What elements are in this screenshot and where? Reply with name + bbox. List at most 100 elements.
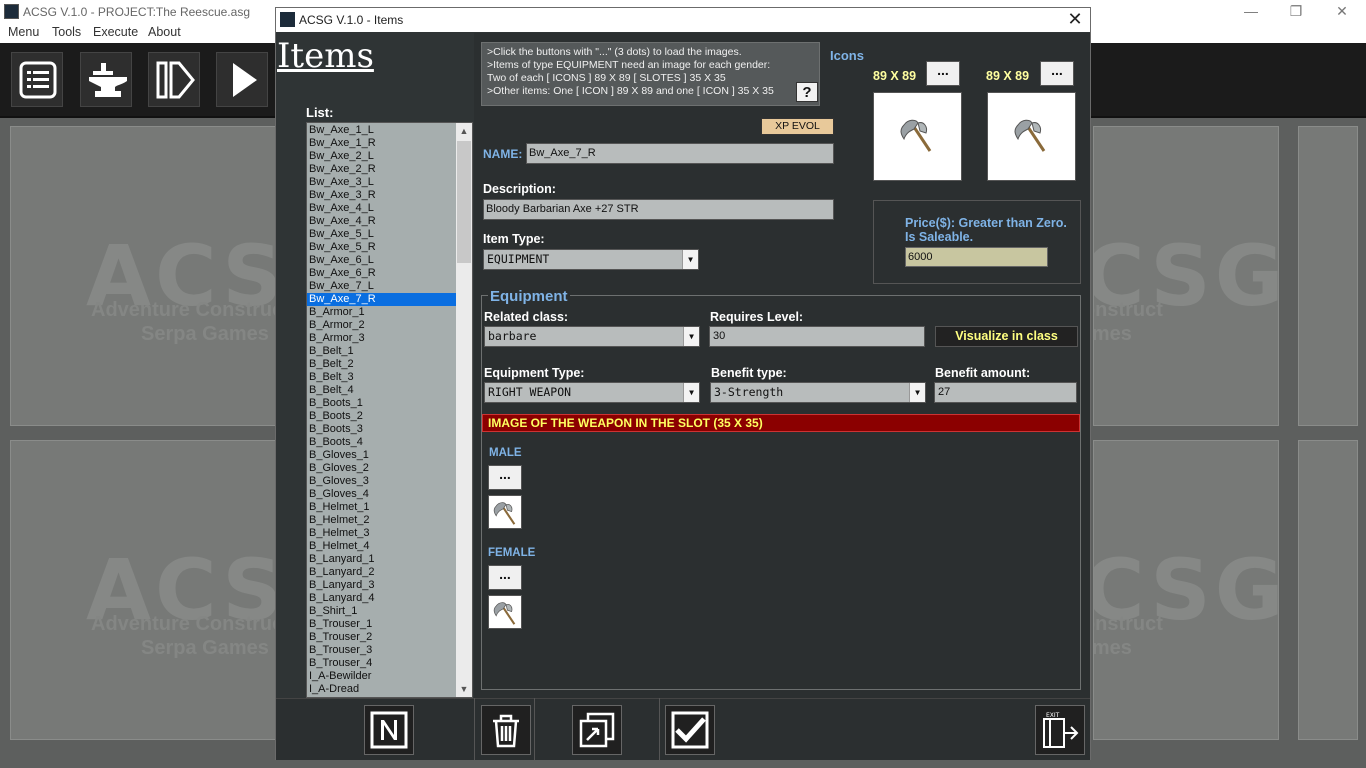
- load-icon-male-button[interactable]: ...: [926, 61, 960, 86]
- list-item[interactable]: B_Helmet_2: [307, 514, 457, 527]
- scroll-down-icon[interactable]: ▼: [456, 681, 472, 697]
- close-icon[interactable]: ✕: [1319, 0, 1365, 24]
- list-item[interactable]: Bw_Axe_1_R: [307, 137, 457, 150]
- related-class-select[interactable]: barbare ▼: [484, 326, 700, 347]
- requires-level-input[interactable]: 30: [709, 326, 925, 347]
- list-scrollbar[interactable]: ▲ ▼: [456, 123, 472, 697]
- list-item[interactable]: B_Belt_3: [307, 371, 457, 384]
- list-item[interactable]: B_Lanyard_1: [307, 553, 457, 566]
- list-item[interactable]: B_Armor_3: [307, 332, 457, 345]
- list-item[interactable]: B_Helmet_4: [307, 540, 457, 553]
- menu-item-tools[interactable]: Tools: [52, 25, 81, 39]
- price-input[interactable]: 6000: [905, 247, 1048, 267]
- equipment-type-select[interactable]: RIGHT WEAPON ▼: [484, 382, 700, 403]
- description-input[interactable]: Bloody Barbarian Axe +27 STR: [483, 199, 834, 220]
- list-item[interactable]: B_Lanyard_3: [307, 579, 457, 592]
- list-item[interactable]: B_Boots_4: [307, 436, 457, 449]
- list-item[interactable]: B_Armor_1: [307, 306, 457, 319]
- list-item[interactable]: Bw_Axe_5_R: [307, 241, 457, 254]
- list-item[interactable]: B_Gloves_4: [307, 488, 457, 501]
- list-item[interactable]: B_Gloves_2: [307, 462, 457, 475]
- list-item[interactable]: B_Helmet_3: [307, 527, 457, 540]
- list-item[interactable]: B_Lanyard_2: [307, 566, 457, 579]
- list-item[interactable]: B_Lanyard_4: [307, 592, 457, 605]
- items-list[interactable]: Bw_Axe_1_L Bw_Axe_1_R Bw_Axe_2_L Bw_Axe_2_R…: [306, 122, 473, 698]
- list-toolbar-button[interactable]: [11, 52, 63, 107]
- list-item[interactable]: B_Trouser_2: [307, 631, 457, 644]
- list-item[interactable]: B_Boots_3: [307, 423, 457, 436]
- list-item[interactable]: Bw_Axe_4_L: [307, 202, 457, 215]
- edit-item-button[interactable]: [572, 705, 622, 755]
- list-item[interactable]: Bw_Axe_5_L: [307, 228, 457, 241]
- list-item[interactable]: B_Gloves_1: [307, 449, 457, 462]
- list-item[interactable]: Bw_Axe_1_L: [307, 124, 457, 137]
- list-item[interactable]: Bw_Axe_2_L: [307, 150, 457, 163]
- chevron-down-icon[interactable]: ▼: [682, 250, 698, 269]
- scroll-up-icon[interactable]: ▲: [456, 123, 472, 139]
- chevron-down-icon[interactable]: ▼: [909, 383, 925, 402]
- project-tile[interactable]: ACSGAdventure ConstructSerpa Games: [1093, 440, 1279, 740]
- minimize-icon[interactable]: —: [1228, 0, 1274, 24]
- list-item[interactable]: B_Shirt_1: [307, 605, 457, 618]
- benefit-amount-input[interactable]: 27: [934, 382, 1077, 403]
- list-item[interactable]: B_Trouser_1: [307, 618, 457, 631]
- item-type-select[interactable]: EQUIPMENT ▼: [483, 249, 699, 270]
- new-item-button[interactable]: [364, 705, 414, 755]
- next-step-toolbar-button[interactable]: [148, 52, 200, 107]
- load-slot-male-button[interactable]: ...: [488, 465, 522, 490]
- list-item[interactable]: Bw_Axe_7_R: [307, 293, 457, 306]
- confirm-button[interactable]: [665, 705, 715, 755]
- list-item[interactable]: I_A-Bewilder: [307, 670, 457, 683]
- list-item[interactable]: Bw_Axe_2_R: [307, 163, 457, 176]
- list-item[interactable]: Bw_Axe_4_R: [307, 215, 457, 228]
- dialog-close-icon[interactable]: ✕: [1064, 8, 1086, 32]
- project-tile[interactable]: ACSGAdventure ConstructSerpa Games: [10, 440, 356, 740]
- list-item[interactable]: Bw_Axe_3_L: [307, 176, 457, 189]
- list-item[interactable]: B_Armor_2: [307, 319, 457, 332]
- divider: [534, 698, 535, 760]
- anvil-toolbar-button[interactable]: [80, 52, 132, 107]
- list-item[interactable]: B_Boots_2: [307, 410, 457, 423]
- menu-item-about[interactable]: About: [148, 25, 181, 39]
- visualize-in-class-button[interactable]: Visualize in class: [935, 326, 1078, 347]
- list-item[interactable]: B_Trouser_4: [307, 657, 457, 670]
- project-tile[interactable]: ACSGAdventure ConstructSerpa Games: [1093, 126, 1279, 426]
- list-item[interactable]: B_Boots_1: [307, 397, 457, 410]
- project-tile[interactable]: ACSGAdventure ConstructSerpa Games: [10, 126, 356, 426]
- list-item[interactable]: Bw_Axe_7_L: [307, 280, 457, 293]
- list-item[interactable]: B_Trouser_3: [307, 644, 457, 657]
- list-item[interactable]: Bw_Axe_6_L: [307, 254, 457, 267]
- list-item[interactable]: Bw_Axe_3_R: [307, 189, 457, 202]
- list-label: List:: [306, 105, 334, 120]
- play-toolbar-button[interactable]: [216, 52, 268, 107]
- list-item[interactable]: B_Helmet_1: [307, 501, 457, 514]
- project-tile[interactable]: [1298, 126, 1358, 426]
- menu-item-menu[interactable]: Menu: [8, 25, 39, 39]
- list-item[interactable]: B_Gloves_3: [307, 475, 457, 488]
- help-button[interactable]: ?: [796, 82, 818, 102]
- xp-evol-button[interactable]: XP EVOL: [761, 118, 834, 135]
- menu-item-execute[interactable]: Execute: [93, 25, 138, 39]
- restore-icon[interactable]: ❐: [1273, 0, 1319, 24]
- list-item[interactable]: Bw_Axe_6_R: [307, 267, 457, 280]
- exit-button[interactable]: EXIT: [1035, 705, 1085, 755]
- anvil-icon: [89, 63, 127, 97]
- list-item[interactable]: B_Belt_2: [307, 358, 457, 371]
- benefit-type-select[interactable]: 3-Strength ▼: [710, 382, 926, 403]
- description-label: Description:: [483, 182, 556, 196]
- load-slot-female-button[interactable]: ...: [488, 565, 522, 590]
- female-label: FEMALE: [488, 547, 536, 559]
- instructions-box: >Click the buttons with "..." (3 dots) t…: [481, 42, 820, 106]
- project-tile[interactable]: [1298, 440, 1358, 740]
- edit-icon: [579, 712, 615, 748]
- list-item[interactable]: B_Belt_1: [307, 345, 457, 358]
- scroll-thumb[interactable]: [457, 141, 471, 263]
- male-label: MALE: [489, 447, 522, 459]
- load-icon-female-button[interactable]: ...: [1040, 61, 1074, 86]
- name-input[interactable]: Bw_Axe_7_R: [526, 143, 834, 164]
- delete-item-button[interactable]: [481, 705, 531, 755]
- chevron-down-icon[interactable]: ▼: [683, 327, 699, 346]
- chevron-down-icon[interactable]: ▼: [683, 383, 699, 402]
- list-item[interactable]: I_A-Dread: [307, 683, 457, 696]
- list-item[interactable]: B_Belt_4: [307, 384, 457, 397]
